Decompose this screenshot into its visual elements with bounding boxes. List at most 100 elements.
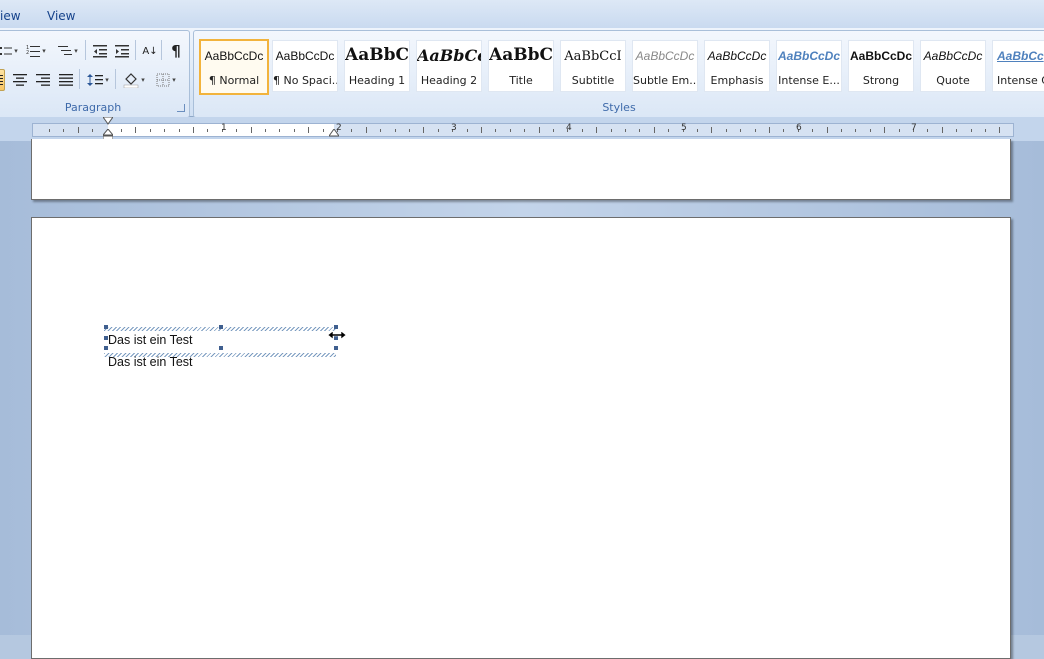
bullets-icon bbox=[0, 47, 13, 55]
resize-handle[interactable] bbox=[219, 346, 223, 350]
style-name: Subtitle bbox=[571, 74, 615, 87]
align-center-button[interactable] bbox=[9, 69, 31, 91]
style-no-spacing[interactable]: AaBbCcDc ¶ No Spaci... bbox=[272, 40, 338, 92]
ruler-tick bbox=[380, 129, 382, 132]
styles-group: AaBbCcDc ¶ Normal AaBbCcDc ¶ No Spaci...… bbox=[193, 30, 1044, 118]
increase-indent-button[interactable] bbox=[111, 40, 133, 62]
style-title[interactable]: AaBbC Title bbox=[488, 40, 554, 92]
svg-text:2: 2 bbox=[26, 50, 29, 56]
decrease-indent-icon bbox=[93, 45, 107, 58]
bullets-button[interactable]: ▾ bbox=[0, 40, 19, 62]
separator bbox=[79, 69, 80, 89]
multilevel-list-button[interactable]: ▾ bbox=[53, 40, 83, 62]
style-sample: AaBbCcDc bbox=[923, 49, 983, 63]
ruler-tick bbox=[77, 127, 79, 133]
style-heading-2[interactable]: AaBbCc Heading 2 bbox=[416, 40, 482, 92]
style-sample: AaBbCcDc bbox=[635, 49, 695, 63]
ruler-number: 3 bbox=[451, 123, 457, 133]
ruler-number: 6 bbox=[796, 123, 802, 133]
multilevel-list-icon bbox=[58, 46, 73, 55]
justify-icon bbox=[59, 74, 73, 86]
current-page[interactable]: Das ist ein Test Das ist ein Test bbox=[31, 217, 1011, 659]
style-subtitle[interactable]: AaBbCcI Subtitle bbox=[560, 40, 626, 92]
ruler-tick bbox=[596, 127, 598, 133]
style-strong[interactable]: AaBbCcDc Strong bbox=[848, 40, 914, 92]
ruler-tick bbox=[769, 127, 770, 133]
resize-handle[interactable] bbox=[104, 346, 108, 350]
resize-handle[interactable] bbox=[104, 336, 108, 340]
ruler-tick bbox=[697, 129, 698, 132]
separator bbox=[161, 40, 162, 60]
ruler-tick bbox=[250, 127, 252, 133]
ruler-tick bbox=[956, 129, 958, 132]
resize-handle[interactable] bbox=[219, 325, 223, 329]
style-sample: AaBbC bbox=[345, 45, 409, 65]
ruler-tick bbox=[898, 129, 900, 132]
ruler-tick bbox=[754, 129, 756, 132]
style-name: ¶ Normal bbox=[208, 74, 260, 87]
style-sample: AaBbCc bbox=[997, 49, 1044, 63]
style-subtle-emphasis[interactable]: AaBbCcDc Subtle Em... bbox=[632, 40, 698, 92]
ruler-bar: 1 2 3 4 5 6 7 bbox=[0, 116, 1044, 143]
ruler-tick bbox=[63, 129, 65, 132]
align-center-icon bbox=[13, 74, 27, 86]
ruler-tick bbox=[668, 129, 670, 132]
ruler-tick bbox=[841, 129, 842, 132]
ruler-tick bbox=[855, 129, 857, 132]
ruler-tick bbox=[653, 127, 655, 133]
ruler-tick bbox=[164, 129, 166, 132]
align-right-button[interactable] bbox=[32, 69, 54, 91]
ruler-tick bbox=[884, 127, 886, 133]
style-sample: AaBbCcI bbox=[564, 49, 622, 64]
align-left-icon bbox=[0, 75, 3, 85]
style-intense-emphasis[interactable]: AaBbCcDc Intense E... bbox=[776, 40, 842, 92]
shading-button[interactable]: ▾ bbox=[119, 69, 149, 91]
horizontal-ruler[interactable]: 1 2 3 4 5 6 7 bbox=[32, 116, 1014, 143]
ruler-tick bbox=[49, 129, 50, 132]
ruler-tick bbox=[322, 129, 324, 132]
decrease-indent-button[interactable] bbox=[89, 40, 111, 62]
paragraph-dialog-launcher-icon[interactable] bbox=[177, 104, 185, 112]
tab-review[interactable]: iew bbox=[0, 9, 21, 23]
ruler-tick bbox=[625, 129, 626, 132]
ribbon: ▾ 1 2 ▾ ▾ A↓ ¶ ▾ ▾ ▾ Paragraph AaBbCcDc … bbox=[0, 28, 1044, 118]
ruler-tick bbox=[970, 129, 972, 132]
text-box[interactable]: Das ist ein Test bbox=[104, 327, 336, 357]
ruler-tick bbox=[740, 129, 742, 132]
sort-button[interactable]: A↓ bbox=[139, 40, 161, 62]
resize-handle[interactable] bbox=[104, 325, 108, 329]
paint-bucket-icon bbox=[123, 73, 139, 88]
tab-view[interactable]: View bbox=[47, 9, 75, 23]
body-paragraph[interactable]: Das ist ein Test bbox=[108, 355, 193, 369]
style-name: Heading 2 bbox=[420, 74, 478, 87]
style-name: Intense Q bbox=[997, 74, 1044, 87]
ruler-number: 1 bbox=[221, 123, 227, 133]
numbering-button[interactable]: 1 2 ▾ bbox=[21, 40, 51, 62]
align-left-button[interactable] bbox=[0, 69, 5, 91]
style-sample: AaBbCcDc bbox=[275, 49, 335, 63]
first-line-indent-icon[interactable] bbox=[102, 116, 114, 128]
style-quote[interactable]: AaBbCcDc Quote bbox=[920, 40, 986, 92]
style-heading-1[interactable]: AaBbC Heading 1 bbox=[344, 40, 410, 92]
paragraph-group: ▾ 1 2 ▾ ▾ A↓ ¶ ▾ ▾ ▾ Paragraph bbox=[0, 30, 190, 118]
style-sample: AaBbCcDc bbox=[849, 49, 912, 63]
style-sample: AaBbCcDc bbox=[204, 49, 264, 63]
ruler-tick bbox=[207, 129, 209, 132]
style-emphasis[interactable]: AaBbCcDc Emphasis bbox=[704, 40, 770, 92]
show-formatting-button[interactable]: ¶ bbox=[165, 40, 187, 62]
ruler-tick bbox=[178, 129, 180, 132]
resize-handle[interactable] bbox=[334, 346, 338, 350]
borders-icon bbox=[156, 73, 170, 87]
ruler-tick bbox=[639, 129, 641, 132]
ruler-tick bbox=[265, 129, 266, 132]
borders-button[interactable]: ▾ bbox=[151, 69, 181, 91]
align-right-icon bbox=[36, 74, 50, 86]
style-intense-quote[interactable]: AaBbCc Intense Q bbox=[992, 40, 1044, 92]
ruler-tick bbox=[121, 129, 122, 132]
text-box-text[interactable]: Das ist ein Test bbox=[108, 333, 193, 347]
justify-button[interactable] bbox=[55, 69, 77, 91]
style-normal[interactable]: AaBbCcDc ¶ Normal bbox=[199, 39, 269, 95]
ruler-tick bbox=[941, 127, 943, 133]
ruler-tick bbox=[466, 129, 468, 132]
line-spacing-button[interactable]: ▾ bbox=[83, 69, 113, 91]
